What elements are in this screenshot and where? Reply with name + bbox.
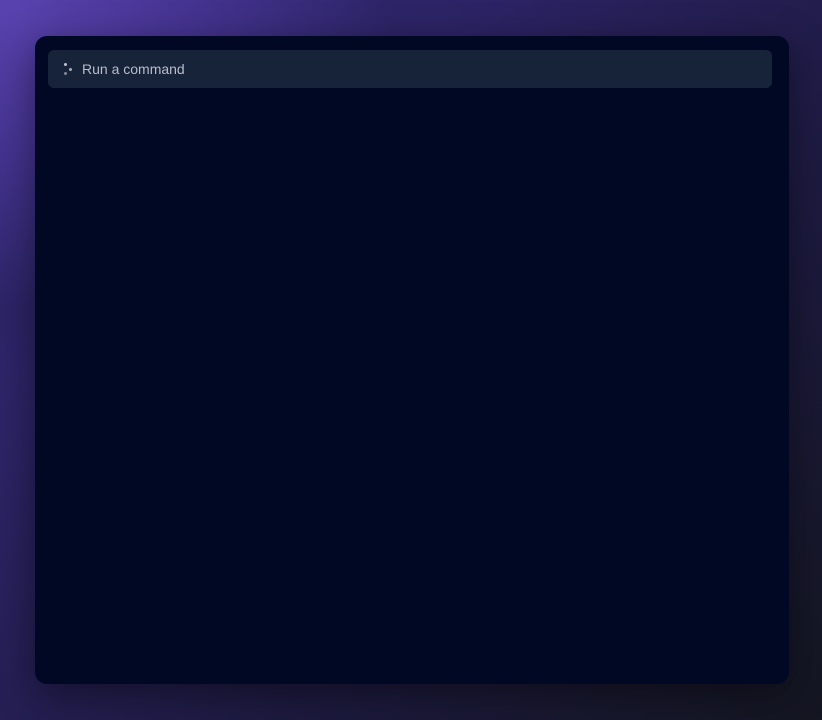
results-area xyxy=(48,96,772,668)
command-input[interactable] xyxy=(82,50,772,88)
spinner-icon xyxy=(62,61,76,77)
command-palette-window xyxy=(35,36,789,684)
command-bar[interactable] xyxy=(48,50,772,88)
